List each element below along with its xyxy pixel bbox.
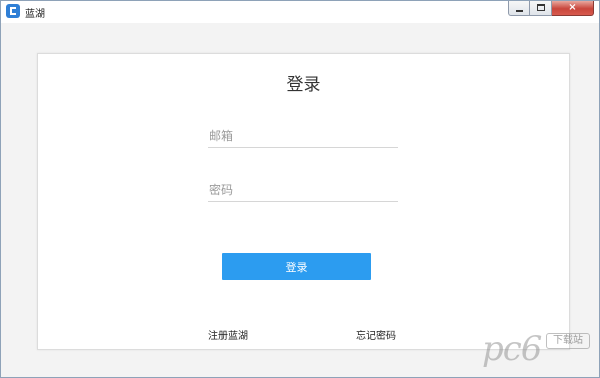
minimize-icon (516, 10, 523, 12)
forgot-password-link[interactable]: 忘记密码 (356, 327, 396, 342)
watermark-text: pc6 (482, 329, 542, 369)
page-title: 登录 (286, 75, 321, 95)
app-window: 蓝湖 × 登录 登录 注册蓝湖 忘记密码 (0, 0, 600, 378)
login-panel: 登录 登录 注册蓝湖 忘记密码 (37, 53, 570, 350)
login-button[interactable]: 登录 (222, 253, 371, 280)
register-link[interactable]: 注册蓝湖 (208, 327, 248, 342)
window-title: 蓝湖 (25, 9, 45, 20)
maximize-icon (537, 4, 545, 11)
close-icon: × (568, 2, 577, 13)
watermark-logo: pc6 下载站 (482, 327, 594, 371)
password-field[interactable] (208, 178, 398, 202)
minimize-button[interactable] (508, 1, 530, 16)
watermark-badge: 下载站 (546, 333, 590, 349)
email-field[interactable] (208, 124, 398, 148)
close-button[interactable]: × (552, 1, 594, 16)
title-bar[interactable]: 蓝湖 × (1, 1, 599, 23)
lanhu-app-icon (6, 4, 20, 18)
window-controls: × (508, 1, 594, 16)
maximize-button[interactable] (530, 1, 552, 16)
